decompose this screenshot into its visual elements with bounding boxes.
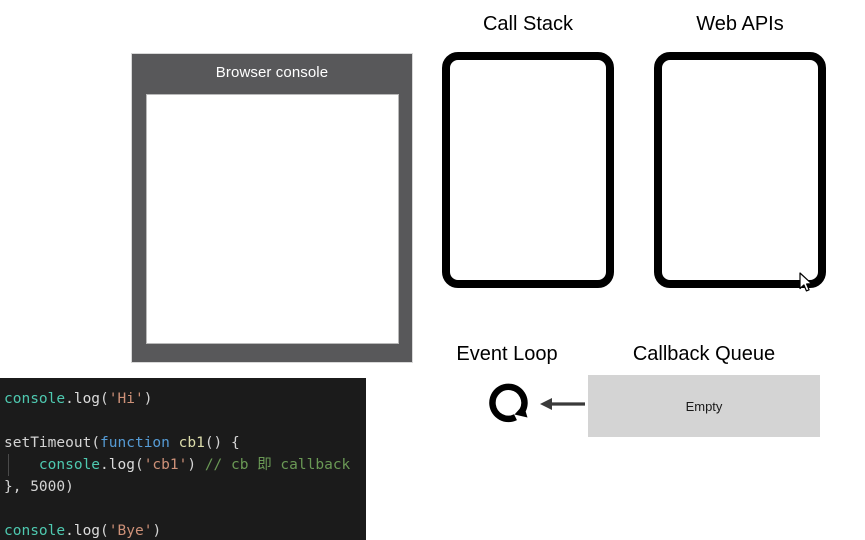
browser-console-output-area bbox=[146, 94, 399, 344]
code-token: console bbox=[4, 391, 66, 407]
callback-queue-label: Callback Queue bbox=[632, 343, 776, 365]
web-apis-label: Web APIs bbox=[696, 13, 784, 35]
code-token: ) bbox=[65, 479, 74, 495]
code-token: log bbox=[73, 523, 101, 539]
code-token: setTimeout bbox=[4, 435, 92, 451]
indent-guide bbox=[8, 454, 9, 476]
web-apis-box bbox=[654, 52, 826, 288]
code-token: console bbox=[4, 523, 66, 539]
code-token: log bbox=[73, 391, 101, 407]
code-token: ) bbox=[152, 523, 162, 539]
code-token: () { bbox=[204, 435, 240, 451]
left-arrow-icon bbox=[538, 392, 586, 416]
diagram-canvas: Browser console Call Stack Web APIs Even… bbox=[0, 0, 865, 540]
code-token: 'Hi' bbox=[108, 391, 144, 407]
browser-console-panel: Browser console bbox=[131, 53, 413, 363]
code-line: console.log('Hi') bbox=[4, 391, 152, 407]
code-token: console bbox=[38, 457, 101, 473]
code-token: 'cb1' bbox=[143, 457, 188, 473]
code-token: ( bbox=[100, 391, 109, 407]
circular-arrow-icon bbox=[482, 376, 538, 432]
code-token: ( bbox=[134, 457, 144, 473]
code-line: console.log('Bye') bbox=[4, 523, 161, 539]
code-token: . bbox=[100, 457, 109, 473]
code-token: ( bbox=[91, 435, 101, 451]
code-token: function bbox=[100, 435, 170, 451]
code-token: 'Bye' bbox=[108, 523, 153, 539]
code-line: }, 5000) bbox=[4, 479, 74, 495]
event-loop-label: Event Loop bbox=[456, 343, 558, 365]
callback-queue-box: Empty bbox=[588, 375, 820, 437]
code-token: // cb 即 callback bbox=[204, 457, 351, 473]
code-snippet-text: console.log('Hi') setTimeout(function cb… bbox=[0, 378, 366, 540]
call-stack-label: Call Stack bbox=[482, 13, 574, 35]
code-token: ( bbox=[100, 523, 109, 539]
code-token: . bbox=[65, 391, 74, 407]
code-token: cb1 bbox=[178, 435, 205, 451]
code-token: 5000 bbox=[30, 479, 66, 495]
code-token: }, bbox=[4, 479, 31, 495]
code-token: ) bbox=[143, 391, 153, 407]
code-line: console.log('cb1') // cb 即 callback bbox=[4, 457, 350, 473]
code-snippet-panel: console.log('Hi') setTimeout(function cb… bbox=[0, 378, 366, 540]
code-token: ) bbox=[187, 457, 197, 473]
callback-queue-status: Empty bbox=[685, 398, 723, 414]
code-token: log bbox=[108, 457, 135, 473]
browser-console-title: Browser console bbox=[215, 64, 329, 81]
call-stack-box bbox=[442, 52, 614, 288]
code-token: . bbox=[65, 523, 74, 539]
code-line: setTimeout(function cb1() { bbox=[4, 435, 240, 451]
